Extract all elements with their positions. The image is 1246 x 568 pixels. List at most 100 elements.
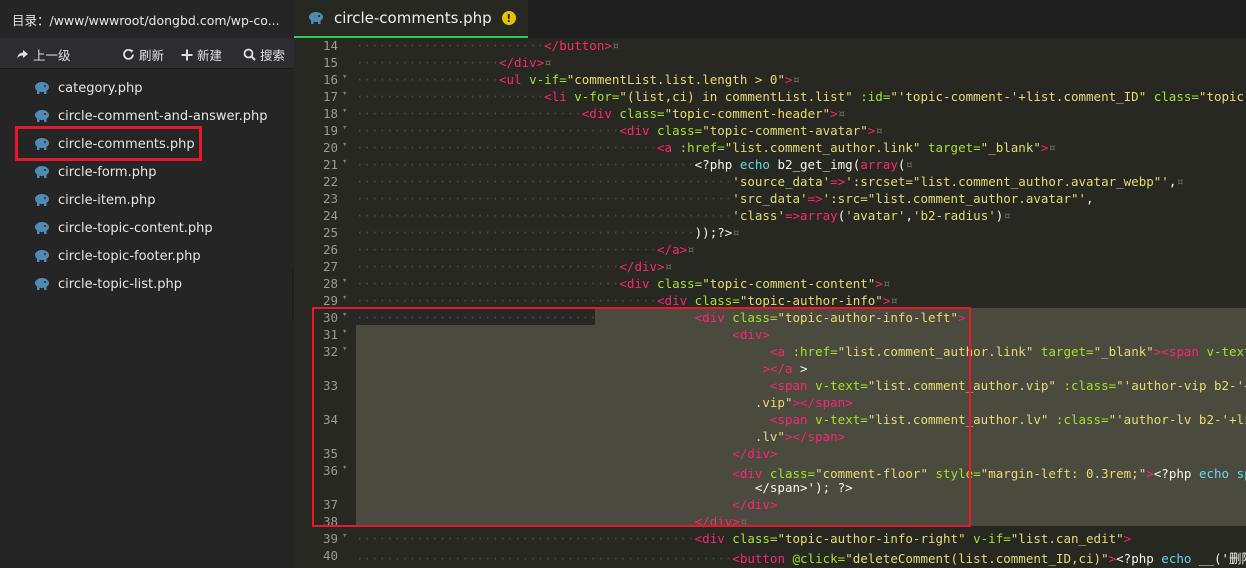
- code-text[interactable]: ······························<div class…: [356, 106, 845, 121]
- code-line: 25 ······································…: [294, 225, 1246, 242]
- highlight-box: [15, 126, 202, 161]
- line-number: 23: [322, 191, 338, 206]
- tab-circle-comments[interactable]: circle-comments.php !: [294, 0, 528, 38]
- code-text[interactable]: ·························</button>¤: [356, 38, 619, 53]
- code-text[interactable]: ···································</div…: [356, 259, 672, 274]
- search-button[interactable]: 搜索: [243, 45, 285, 64]
- line-number: 21: [322, 157, 338, 172]
- file-name: circle-form.php: [58, 164, 157, 180]
- code-text[interactable]: ········································…: [356, 174, 1184, 189]
- fold-arrow-icon[interactable]: ▾: [342, 157, 347, 167]
- code-text[interactable]: ·························<li v-for="(lis…: [356, 89, 1246, 104]
- line-number: 39: [322, 531, 338, 546]
- file-name: circle-topic-list.php: [58, 276, 182, 292]
- file-item[interactable]: category.php: [34, 76, 142, 100]
- search-label: 搜索: [260, 48, 286, 63]
- code-line: 16 ▾ ···················<ul v-if="commentL…: [294, 72, 1246, 89]
- code-line: 18 ▾ ······························<div cl…: [294, 106, 1246, 123]
- php-file-icon: [35, 278, 49, 290]
- code-text[interactable]: ···································<div …: [356, 123, 883, 138]
- code-line: 28 ▾ ···································<d…: [294, 276, 1246, 293]
- tab-label: circle-comments.php: [334, 9, 492, 27]
- up-level-button[interactable]: 上一级: [16, 45, 71, 64]
- line-number: 14: [322, 38, 338, 53]
- code-text[interactable]: ········································…: [356, 191, 1094, 206]
- warning-icon: !: [501, 11, 516, 25]
- line-number: 26: [322, 242, 338, 257]
- fold-arrow-icon[interactable]: ▾: [342, 276, 347, 286]
- fold-arrow-icon[interactable]: ▾: [342, 140, 347, 150]
- code-text[interactable]: ········································…: [356, 157, 913, 172]
- code-line: 20 ▾ ·····································…: [294, 140, 1246, 157]
- code-line: 19 ▾ ···································<d…: [294, 123, 1246, 140]
- line-number: 27: [322, 259, 338, 274]
- file-name: circle-comment-and-answer.php: [58, 108, 268, 124]
- line-number: 19: [322, 123, 338, 138]
- file-item[interactable]: circle-topic-content.php: [34, 216, 213, 240]
- refresh-button[interactable]: 刷新: [122, 45, 164, 64]
- file-name: circle-item.php: [58, 192, 156, 208]
- line-number: 29: [322, 293, 338, 308]
- code-line: 26 ······································…: [294, 242, 1246, 259]
- code-line: 21 ▾ ·····································…: [294, 157, 1246, 174]
- fold-arrow-icon[interactable]: ▾: [342, 72, 347, 82]
- file-item[interactable]: circle-topic-list.php: [34, 272, 182, 296]
- code-line: 24 ······································…: [294, 208, 1246, 225]
- line-number: 28: [322, 276, 338, 291]
- code-text[interactable]: ········································…: [356, 140, 1056, 155]
- fold-arrow-icon[interactable]: ▾: [342, 89, 347, 99]
- line-number: 18: [322, 106, 338, 121]
- share-arrow-icon: [17, 49, 28, 59]
- code-line: 17 ▾ ·························<li v-for="(…: [294, 89, 1246, 106]
- directory-path: 目录：/www/wwwroot/dongbd.com/wp-co...: [12, 13, 280, 28]
- highlight-box: [312, 307, 971, 527]
- tab-bar: circle-comments.php !: [294, 0, 1246, 38]
- code-line: 22 ······································…: [294, 174, 1246, 191]
- code-text[interactable]: ········································…: [356, 548, 1246, 567]
- search-icon: [243, 48, 256, 61]
- code-line: 39 ▾ ·····································…: [294, 531, 1246, 548]
- code-text[interactable]: ···································<div …: [356, 276, 890, 291]
- code-line: 15 ···················</div>¤: [294, 55, 1246, 72]
- code-text[interactable]: ········································…: [356, 531, 1131, 546]
- code-text[interactable]: ········································…: [356, 208, 1011, 223]
- line-number: 25: [322, 225, 338, 240]
- code-text[interactable]: ········································…: [356, 242, 695, 257]
- php-file-icon: [35, 250, 49, 262]
- file-item[interactable]: circle-form.php: [34, 160, 156, 184]
- file-sidebar: 目录：/www/wwwroot/dongbd.com/wp-co... 上一级 …: [0, 0, 294, 568]
- line-number: 15: [322, 55, 338, 70]
- php-file-icon: [35, 82, 49, 94]
- fold-arrow-icon[interactable]: ▾: [342, 293, 347, 303]
- code-text[interactable]: ···················</div>¤: [356, 55, 552, 70]
- code-line: 27 ···································</d…: [294, 259, 1246, 276]
- code-editor: circle-comments.php ! 14 ················…: [294, 0, 1246, 568]
- plus-icon: [181, 49, 193, 60]
- file-item[interactable]: circle-topic-footer.php: [34, 244, 201, 268]
- file-item[interactable]: circle-comment-and-answer.php: [34, 104, 268, 128]
- code-text[interactable]: ···················<ul v-if="commentList…: [356, 72, 800, 87]
- code-text[interactable]: ········································…: [356, 293, 898, 308]
- fold-arrow-icon[interactable]: ▾: [342, 106, 347, 116]
- new-label: 新建: [197, 48, 223, 63]
- file-name: category.php: [58, 80, 143, 96]
- code-line: 40 ······································…: [294, 548, 1246, 567]
- new-button[interactable]: 新建: [181, 45, 222, 64]
- sidebar-toolbar: 上一级 刷新 新建 搜索: [0, 38, 294, 69]
- line-number: 24: [322, 208, 338, 223]
- php-file-icon: [35, 194, 49, 206]
- fold-arrow-icon[interactable]: ▾: [342, 123, 347, 133]
- refresh-icon: [123, 48, 134, 60]
- line-number: 16: [322, 72, 338, 87]
- up-level-label: 上一级: [33, 48, 71, 63]
- file-name: circle-topic-content.php: [58, 220, 213, 236]
- php-file-icon: [35, 222, 49, 234]
- line-number: 40: [322, 548, 338, 563]
- code-line: 14 ·························</button>¤: [294, 38, 1246, 55]
- php-file-icon: [35, 166, 49, 178]
- line-number: 17: [322, 89, 338, 104]
- fold-arrow-icon[interactable]: ▾: [342, 531, 347, 541]
- file-item[interactable]: circle-item.php: [34, 188, 156, 212]
- code-text[interactable]: ········································…: [356, 225, 740, 240]
- code-line: 23 ······································…: [294, 191, 1246, 208]
